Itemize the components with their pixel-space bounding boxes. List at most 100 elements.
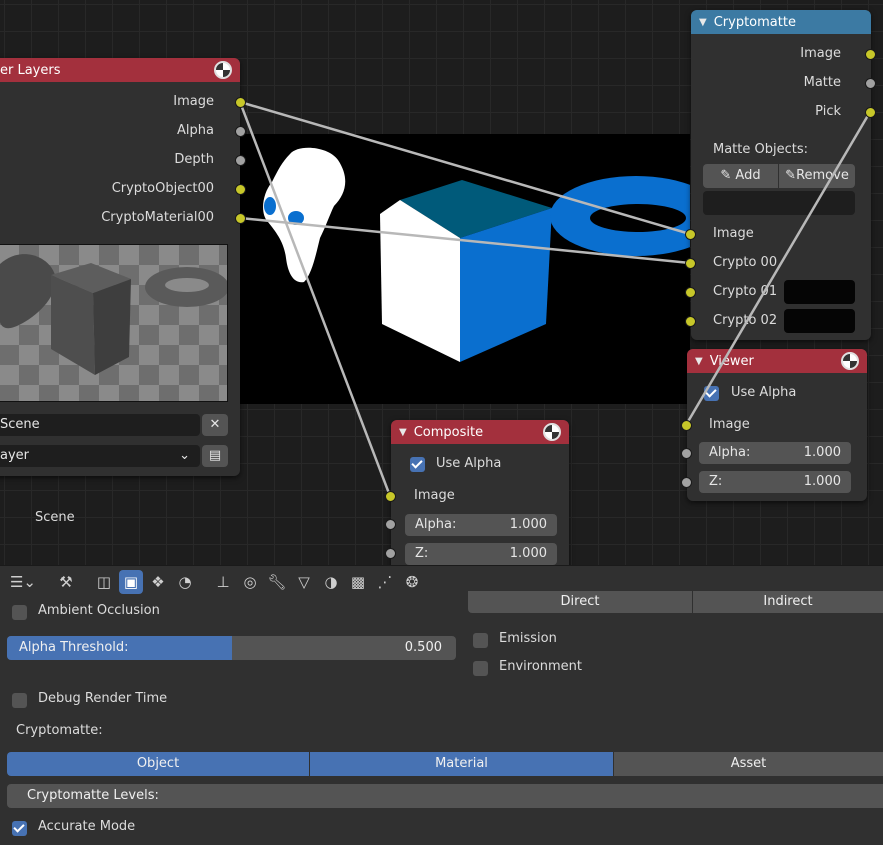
- composite-image-socket[interactable]: [385, 491, 396, 502]
- direct-button[interactable]: Direct: [468, 591, 692, 613]
- crypto-input-image-socket[interactable]: [685, 229, 696, 240]
- cryptomatte-header[interactable]: ▼ Cryptomatte: [691, 10, 871, 34]
- environment-checkbox[interactable]: [473, 661, 488, 676]
- layer-dropdown[interactable]: ayer ⌄: [0, 445, 200, 467]
- debug-render-time-checkbox[interactable]: [12, 693, 27, 708]
- render-icon: [841, 352, 859, 370]
- output-depth-label: Depth: [174, 152, 214, 167]
- composite-use-alpha-label: Use Alpha: [436, 456, 502, 471]
- composite-z-value: 1.000: [509, 546, 547, 561]
- cryptomatte-node[interactable]: ▼ Cryptomatte Image Matte Pick Matte Obj…: [691, 10, 871, 340]
- composite-z-socket[interactable]: [385, 548, 396, 559]
- crypto-output-image-label: Image: [800, 46, 841, 61]
- composite-alpha-label: Alpha:: [415, 517, 457, 532]
- ambient-occlusion-label: Ambient Occlusion: [38, 603, 160, 618]
- viewer-alpha-socket[interactable]: [681, 448, 692, 459]
- remove-matte-button[interactable]: ✎Remove: [779, 164, 855, 188]
- add-matte-button[interactable]: ✎ Add: [703, 164, 778, 188]
- modifier-icon[interactable]: 🔧︎: [265, 570, 289, 594]
- scene-field[interactable]: Scene: [0, 414, 200, 436]
- cryptomatte-asset-toggle[interactable]: Asset: [614, 752, 883, 776]
- collapse-triangle-icon[interactable]: ▼: [699, 17, 707, 28]
- particles-icon[interactable]: ▽: [292, 570, 316, 594]
- viewer-alpha-field[interactable]: Alpha: 1.000: [699, 442, 851, 464]
- ambient-occlusion-checkbox[interactable]: [12, 605, 27, 620]
- composite-image-label: Image: [414, 488, 455, 503]
- alpha-threshold-value: 0.500: [404, 640, 442, 655]
- composite-node[interactable]: ▼ Composite Use Alpha Image Alpha: 1.000…: [391, 420, 569, 565]
- cryptomatte-object-toggle[interactable]: Object: [7, 752, 309, 776]
- data-icon[interactable]: ⋰: [373, 570, 397, 594]
- crypto-input-01-socket[interactable]: [685, 287, 696, 298]
- viewer-use-alpha-label: Use Alpha: [731, 385, 797, 400]
- output-cryptomaterial-socket[interactable]: [235, 213, 246, 224]
- object-toggle-label: Object: [136, 756, 180, 771]
- tool-icon[interactable]: ⚒: [54, 570, 78, 594]
- output-depth-socket[interactable]: [235, 155, 246, 166]
- composite-z-field[interactable]: Z: 1.000: [405, 543, 557, 565]
- viewer-z-field[interactable]: Z: 1.000: [699, 471, 851, 493]
- viewer-z-value: 1.000: [803, 474, 841, 489]
- world-icon[interactable]: ⊥: [211, 570, 235, 594]
- output-cryptoobject-socket[interactable]: [235, 184, 246, 195]
- composite-use-alpha-checkbox[interactable]: [410, 457, 425, 472]
- composite-header[interactable]: ▼ Composite: [391, 420, 569, 444]
- crypto-input-00-label: Crypto 00: [713, 255, 778, 270]
- composite-alpha-value: 1.000: [509, 517, 547, 532]
- collapse-triangle-icon[interactable]: ▼: [399, 427, 407, 438]
- editor-type-icon[interactable]: ☰⌄: [6, 570, 40, 594]
- environment-label: Environment: [499, 659, 583, 674]
- layer-browse-button[interactable]: ▤: [202, 445, 228, 467]
- viewer-image-label: Image: [709, 417, 750, 432]
- matte-objects-field[interactable]: [703, 191, 855, 215]
- crypto-input-01-label: Crypto 01: [713, 284, 778, 299]
- render-layers-header[interactable]: er Layers: [0, 58, 240, 82]
- crypto-output-matte-label: Matte: [803, 75, 841, 90]
- object-icon[interactable]: ◎: [238, 570, 262, 594]
- accurate-mode-checkbox[interactable]: [12, 821, 27, 836]
- properties-panel[interactable]: ☰⌄ ⚒ ◫ ▣ ❖ ◔ ⊥ ◎ 🔧︎ ▽ ◑ ▩ ⋰ ❂ Ambient Oc…: [0, 565, 883, 845]
- indirect-label: Indirect: [763, 594, 813, 609]
- constraints-icon[interactable]: ▩: [346, 570, 370, 594]
- material-icon[interactable]: ❂: [400, 570, 424, 594]
- crypto-output-pick-socket[interactable]: [865, 107, 876, 118]
- composite-alpha-socket[interactable]: [385, 519, 396, 530]
- alpha-threshold-slider[interactable]: Alpha Threshold: 0.500: [7, 636, 456, 660]
- view-layer-icon[interactable]: ❖: [146, 570, 170, 594]
- viewer-z-label: Z:: [709, 474, 723, 489]
- crypto-output-image-socket[interactable]: [865, 49, 876, 60]
- output-cryptoobject-label: CryptoObject00: [111, 181, 214, 196]
- output-alpha-socket[interactable]: [235, 126, 246, 137]
- viewer-z-socket[interactable]: [681, 477, 692, 488]
- scene-clear-button[interactable]: ✕: [202, 414, 228, 436]
- viewer-node[interactable]: ▼ Viewer Use Alpha Image Alpha: 1.000 Z:…: [687, 349, 867, 501]
- crypto-output-matte-socket[interactable]: [865, 78, 876, 89]
- cryptomatte-material-toggle[interactable]: Material: [310, 752, 613, 776]
- crypto-input-02-socket[interactable]: [685, 316, 696, 327]
- indirect-button[interactable]: Indirect: [693, 591, 883, 613]
- alpha-threshold-label: Alpha Threshold:: [19, 640, 129, 655]
- scene-label: Scene: [35, 510, 75, 525]
- viewer-alpha-value: 1.000: [803, 445, 841, 460]
- physics-icon[interactable]: ◑: [319, 570, 343, 594]
- crypto-02-color-field[interactable]: [784, 309, 855, 333]
- viewer-header[interactable]: ▼ Viewer: [687, 349, 867, 373]
- crypto-input-00-socket[interactable]: [685, 258, 696, 269]
- render-icon[interactable]: ◫: [92, 570, 116, 594]
- eyedropper-icon: ✎: [720, 168, 736, 183]
- cryptomatte-levels-field[interactable]: Cryptomatte Levels:: [7, 784, 883, 808]
- composite-alpha-field[interactable]: Alpha: 1.000: [405, 514, 557, 536]
- viewer-image-socket[interactable]: [681, 420, 692, 431]
- output-image-socket[interactable]: [235, 97, 246, 108]
- chevron-down-icon: ⌄: [179, 448, 190, 463]
- viewer-use-alpha-checkbox[interactable]: [704, 386, 719, 401]
- scene-icon[interactable]: ◔: [173, 570, 197, 594]
- render-layers-node[interactable]: er Layers Image Alpha Depth CryptoObject…: [0, 58, 240, 476]
- output-icon[interactable]: ▣: [119, 570, 143, 594]
- collapse-triangle-icon[interactable]: ▼: [695, 356, 703, 367]
- crypto-01-color-field[interactable]: [784, 280, 855, 304]
- cryptomatte-levels-label: Cryptomatte Levels:: [27, 788, 159, 803]
- node-editor[interactable]: er Layers Image Alpha Depth CryptoObject…: [0, 0, 883, 565]
- direct-label: Direct: [560, 594, 600, 609]
- emission-checkbox[interactable]: [473, 633, 488, 648]
